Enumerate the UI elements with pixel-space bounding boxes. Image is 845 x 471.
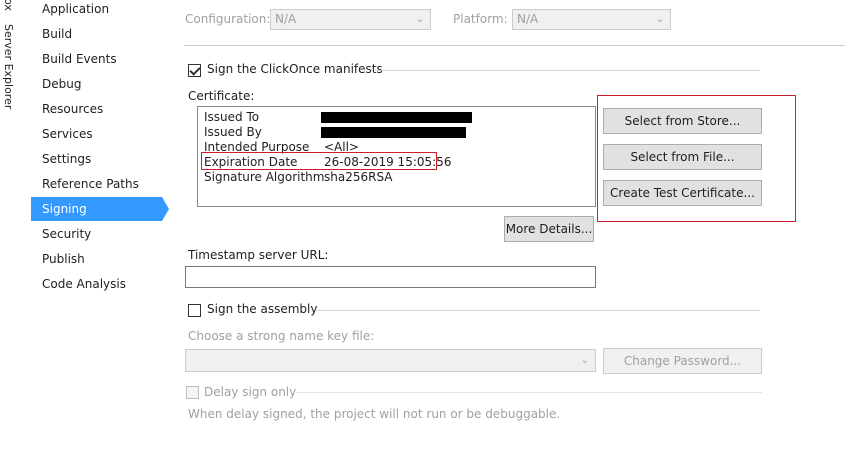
nav-item-signing[interactable]: Signing [31,197,162,221]
platform-label: Platform: [453,12,508,26]
create-test-certificate-button[interactable]: Create Test Certificate... [603,180,762,206]
cert-value-signature-algorithm: sha256RSA [324,170,393,184]
configuration-select[interactable]: N/A ⌄ [270,9,431,30]
cert-field-signature-algorithm: Signature Algorithm [204,170,325,184]
sign-assembly-label: Sign the assembly [207,302,318,316]
delay-sign-label: Delay sign only [204,385,297,399]
cert-field-issued-by: Issued By [204,125,262,139]
nav-item-security[interactable]: Security [31,222,162,246]
timestamp-label: Timestamp server URL: [188,248,329,262]
group-divider [296,392,762,393]
toolbox-tab[interactable]: ox [2,0,15,11]
configuration-value: N/A [275,12,297,26]
selected-arrow-icon [162,197,169,221]
nav-item-build[interactable]: Build [31,22,162,46]
timestamp-url-input[interactable] [185,266,596,288]
redacted-issued-by [321,127,466,138]
nav-item-build-events[interactable]: Build Events [31,47,162,71]
key-file-label: Choose a strong name key file: [188,329,375,343]
certificate-label: Certificate: [188,89,255,103]
delay-sign-note: When delay signed, the project will not … [188,407,561,421]
more-details-button[interactable]: More Details... [504,216,594,242]
nav-item-code-analysis[interactable]: Code Analysis [31,272,162,296]
nav-item-reference-paths[interactable]: Reference Paths [31,172,162,196]
configuration-label: Configuration: [185,12,271,26]
server-explorer-tab[interactable]: Server Explorer [2,24,15,109]
nav-item-application[interactable]: Application [31,0,162,21]
change-password-button[interactable]: Change Password... [603,348,762,374]
group-divider [316,310,760,311]
sign-clickonce-label: Sign the ClickOnce manifests [207,62,383,76]
sign-assembly-checkbox[interactable] [188,304,201,317]
delay-sign-checkbox[interactable] [186,386,199,399]
cert-field-issued-to: Issued To [204,110,260,124]
sign-clickonce-checkbox[interactable] [188,64,201,77]
nav-item-resources[interactable]: Resources [31,97,162,121]
nav-item-publish[interactable]: Publish [31,247,162,271]
chevron-down-icon: ⌄ [415,14,424,25]
select-from-store-button[interactable]: Select from Store... [603,108,762,134]
select-from-file-button[interactable]: Select from File... [603,144,762,170]
redacted-issued-to [321,112,472,123]
header-divider [184,45,845,46]
chevron-down-icon: ⌄ [655,14,664,25]
nav-item-services[interactable]: Services [31,122,162,146]
chevron-down-icon: ⌄ [580,355,589,366]
platform-value: N/A [517,12,539,26]
nav-item-debug[interactable]: Debug [31,72,162,96]
key-file-select[interactable]: ⌄ [185,349,596,372]
group-divider [375,70,760,71]
nav-item-settings[interactable]: Settings [31,147,162,171]
expiration-highlight [201,152,437,170]
platform-select[interactable]: N/A ⌄ [512,9,671,30]
